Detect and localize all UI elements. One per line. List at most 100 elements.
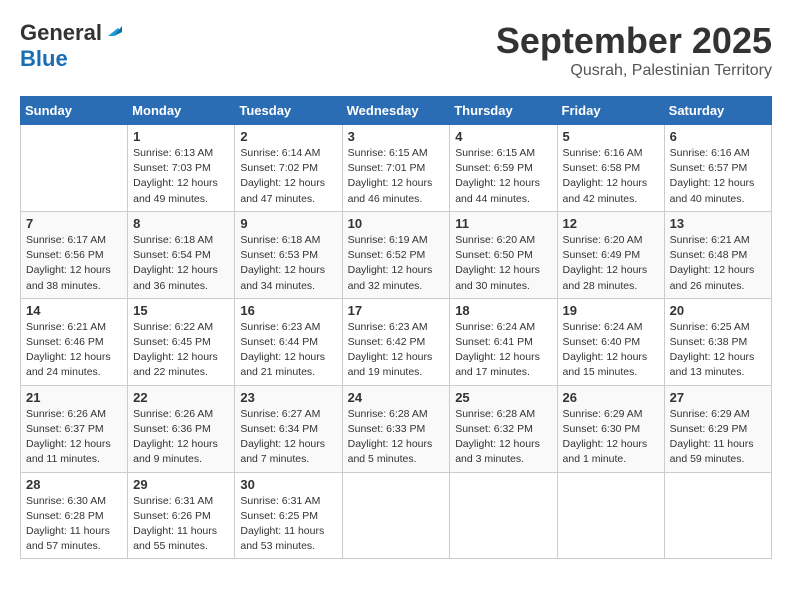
day-info: Sunrise: 6:31 AM Sunset: 6:25 PM Dayligh… <box>240 494 336 555</box>
calendar-cell: 4Sunrise: 6:15 AM Sunset: 6:59 PM Daylig… <box>450 125 557 212</box>
calendar-cell: 2 Sunrise: 6:14 AM Sunset: 7:02 PM Daylig… <box>235 125 342 212</box>
calendar-cell: 20 Sunrise: 6:25 AM Sunset: 6:38 PM Dayli… <box>664 298 771 385</box>
calendar-cell: 17Sunrise: 6:23 AM Sunset: 6:42 PM Dayli… <box>342 298 450 385</box>
logo-bird-icon <box>104 22 122 40</box>
day-number: 10 <box>348 216 445 231</box>
day-of-week-wednesday: Wednesday <box>342 97 450 125</box>
calendar-cell: 29Sunrise: 6:31 AM Sunset: 6:26 PM Dayli… <box>128 472 235 559</box>
day-of-week-friday: Friday <box>557 97 664 125</box>
day-info: Sunrise: 6:22 AM Sunset: 6:45 PM Dayligh… <box>133 320 229 381</box>
day-info: Sunrise: 6:16 AM Sunset: 6:57 PM Dayligh… <box>670 146 766 207</box>
calendar-cell: 5 Sunrise: 6:16 AM Sunset: 6:58 PM Daylig… <box>557 125 664 212</box>
day-of-week-saturday: Saturday <box>664 97 771 125</box>
calendar-cell: 9Sunrise: 6:18 AM Sunset: 6:53 PM Daylig… <box>235 211 342 298</box>
day-info: Sunrise: 6:23 AM Sunset: 6:44 PM Dayligh… <box>240 320 336 381</box>
calendar-week-4: 21 Sunrise: 6:26 AM Sunset: 6:37 PM Dayli… <box>21 385 772 472</box>
day-info: Sunrise: 6:13 AM Sunset: 7:03 PM Dayligh… <box>133 146 229 207</box>
calendar-cell: 16 Sunrise: 6:23 AM Sunset: 6:44 PM Dayli… <box>235 298 342 385</box>
day-info: Sunrise: 6:28 AM Sunset: 6:32 PM Dayligh… <box>455 407 551 468</box>
calendar-week-3: 14Sunrise: 6:21 AM Sunset: 6:46 PM Dayli… <box>21 298 772 385</box>
calendar-cell: 27 Sunrise: 6:29 AM Sunset: 6:29 PM Dayli… <box>664 385 771 472</box>
day-number: 13 <box>670 216 766 231</box>
day-info: Sunrise: 6:26 AM Sunset: 6:36 PM Dayligh… <box>133 407 229 468</box>
calendar-cell: 12 Sunrise: 6:20 AM Sunset: 6:49 PM Dayli… <box>557 211 664 298</box>
calendar-cell: 30 Sunrise: 6:31 AM Sunset: 6:25 PM Dayli… <box>235 472 342 559</box>
calendar-week-2: 7 Sunrise: 6:17 AM Sunset: 6:56 PM Daylig… <box>21 211 772 298</box>
day-number: 18 <box>455 303 551 318</box>
calendar-cell: 23 Sunrise: 6:27 AM Sunset: 6:34 PM Dayli… <box>235 385 342 472</box>
day-number: 7 <box>26 216 122 231</box>
calendar-cell: 22 Sunrise: 6:26 AM Sunset: 6:36 PM Dayli… <box>128 385 235 472</box>
page-header: General Blue September 2025 Qusrah, Pale… <box>20 20 772 80</box>
calendar-week-1: 1 Sunrise: 6:13 AM Sunset: 7:03 PM Daylig… <box>21 125 772 212</box>
day-number: 9 <box>240 216 336 231</box>
calendar-cell: 8Sunrise: 6:18 AM Sunset: 6:54 PM Daylig… <box>128 211 235 298</box>
calendar-cell <box>21 125 128 212</box>
day-number: 27 <box>670 390 766 405</box>
calendar-cell: 6 Sunrise: 6:16 AM Sunset: 6:57 PM Daylig… <box>664 125 771 212</box>
calendar-cell: 13 Sunrise: 6:21 AM Sunset: 6:48 PM Dayli… <box>664 211 771 298</box>
location: Qusrah, Palestinian Territory <box>496 62 772 80</box>
day-info: Sunrise: 6:27 AM Sunset: 6:34 PM Dayligh… <box>240 407 336 468</box>
day-number: 5 <box>563 129 659 144</box>
calendar-table: SundayMondayTuesdayWednesdayThursdayFrid… <box>20 96 772 559</box>
day-number: 14 <box>26 303 122 318</box>
month-title: September 2025 <box>496 20 772 62</box>
day-number: 30 <box>240 477 336 492</box>
day-of-week-sunday: Sunday <box>21 97 128 125</box>
calendar-cell <box>557 472 664 559</box>
day-number: 20 <box>670 303 766 318</box>
day-number: 15 <box>133 303 229 318</box>
day-info: Sunrise: 6:25 AM Sunset: 6:38 PM Dayligh… <box>670 320 766 381</box>
calendar-cell: 25 Sunrise: 6:28 AM Sunset: 6:32 PM Dayli… <box>450 385 557 472</box>
calendar-cell: 15 Sunrise: 6:22 AM Sunset: 6:45 PM Dayli… <box>128 298 235 385</box>
day-info: Sunrise: 6:30 AM Sunset: 6:28 PM Dayligh… <box>26 494 122 555</box>
calendar-cell: 1 Sunrise: 6:13 AM Sunset: 7:03 PM Daylig… <box>128 125 235 212</box>
day-info: Sunrise: 6:21 AM Sunset: 6:48 PM Dayligh… <box>670 233 766 294</box>
day-number: 19 <box>563 303 659 318</box>
day-of-week-monday: Monday <box>128 97 235 125</box>
calendar-cell: 3Sunrise: 6:15 AM Sunset: 7:01 PM Daylig… <box>342 125 450 212</box>
day-number: 23 <box>240 390 336 405</box>
calendar-cell: 11 Sunrise: 6:20 AM Sunset: 6:50 PM Dayli… <box>450 211 557 298</box>
day-info: Sunrise: 6:29 AM Sunset: 6:29 PM Dayligh… <box>670 407 766 468</box>
day-info: Sunrise: 6:24 AM Sunset: 6:40 PM Dayligh… <box>563 320 659 381</box>
day-number: 16 <box>240 303 336 318</box>
day-number: 25 <box>455 390 551 405</box>
day-number: 21 <box>26 390 122 405</box>
calendar-cell: 28 Sunrise: 6:30 AM Sunset: 6:28 PM Dayli… <box>21 472 128 559</box>
calendar-cell: 24 Sunrise: 6:28 AM Sunset: 6:33 PM Dayli… <box>342 385 450 472</box>
calendar-week-5: 28 Sunrise: 6:30 AM Sunset: 6:28 PM Dayli… <box>21 472 772 559</box>
day-info: Sunrise: 6:31 AM Sunset: 6:26 PM Dayligh… <box>133 494 229 555</box>
day-info: Sunrise: 6:19 AM Sunset: 6:52 PM Dayligh… <box>348 233 445 294</box>
day-number: 24 <box>348 390 445 405</box>
day-number: 17 <box>348 303 445 318</box>
day-info: Sunrise: 6:14 AM Sunset: 7:02 PM Dayligh… <box>240 146 336 207</box>
logo: General Blue <box>20 20 122 72</box>
day-number: 2 <box>240 129 336 144</box>
day-number: 4 <box>455 129 551 144</box>
day-info: Sunrise: 6:26 AM Sunset: 6:37 PM Dayligh… <box>26 407 122 468</box>
calendar-header-row: SundayMondayTuesdayWednesdayThursdayFrid… <box>21 97 772 125</box>
day-info: Sunrise: 6:20 AM Sunset: 6:50 PM Dayligh… <box>455 233 551 294</box>
day-info: Sunrise: 6:16 AM Sunset: 6:58 PM Dayligh… <box>563 146 659 207</box>
day-number: 22 <box>133 390 229 405</box>
day-info: Sunrise: 6:28 AM Sunset: 6:33 PM Dayligh… <box>348 407 445 468</box>
logo-text-blue: Blue <box>20 46 68 71</box>
day-number: 12 <box>563 216 659 231</box>
day-number: 11 <box>455 216 551 231</box>
day-number: 26 <box>563 390 659 405</box>
day-number: 1 <box>133 129 229 144</box>
day-info: Sunrise: 6:24 AM Sunset: 6:41 PM Dayligh… <box>455 320 551 381</box>
day-info: Sunrise: 6:17 AM Sunset: 6:56 PM Dayligh… <box>26 233 122 294</box>
day-number: 6 <box>670 129 766 144</box>
calendar-cell: 18 Sunrise: 6:24 AM Sunset: 6:41 PM Dayli… <box>450 298 557 385</box>
day-number: 28 <box>26 477 122 492</box>
calendar-cell: 19 Sunrise: 6:24 AM Sunset: 6:40 PM Dayli… <box>557 298 664 385</box>
day-info: Sunrise: 6:20 AM Sunset: 6:49 PM Dayligh… <box>563 233 659 294</box>
calendar-cell: 21 Sunrise: 6:26 AM Sunset: 6:37 PM Dayli… <box>21 385 128 472</box>
calendar-cell: 26Sunrise: 6:29 AM Sunset: 6:30 PM Dayli… <box>557 385 664 472</box>
calendar-cell <box>342 472 450 559</box>
day-info: Sunrise: 6:18 AM Sunset: 6:54 PM Dayligh… <box>133 233 229 294</box>
day-info: Sunrise: 6:15 AM Sunset: 7:01 PM Dayligh… <box>348 146 445 207</box>
